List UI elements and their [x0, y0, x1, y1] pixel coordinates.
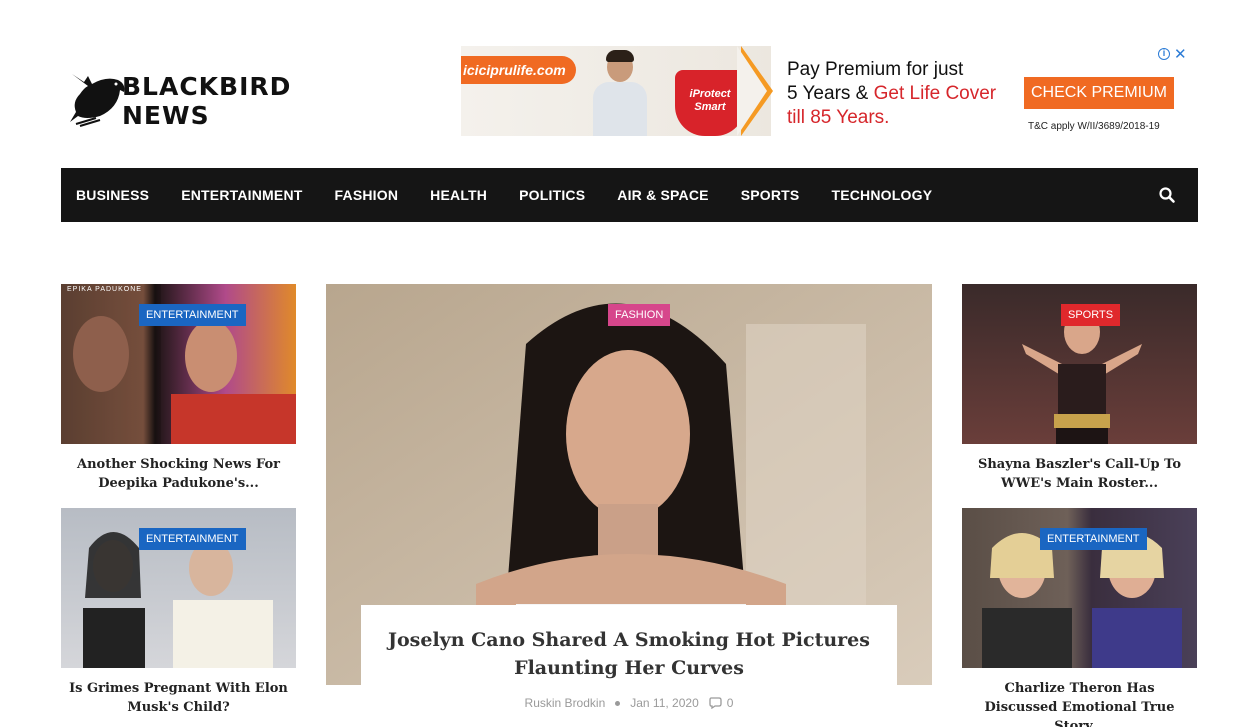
article-thumbnail[interactable]: ENTERTAINMENT: [962, 508, 1197, 668]
ad-info-icon[interactable]: i: [1158, 48, 1170, 60]
article-title[interactable]: Is Grimes Pregnant With Elon Musk's Chil…: [61, 679, 296, 717]
article-title[interactable]: Another Shocking News For Deepika Paduko…: [61, 455, 296, 493]
article-title[interactable]: Shayna Baszler's Call-Up To WWE's Main R…: [962, 455, 1197, 493]
category-badge-sports[interactable]: SPORTS: [1061, 304, 1121, 326]
article-thumbnail[interactable]: ENTERTAINMENT: [61, 508, 296, 668]
nav-item-health[interactable]: HEALTH: [430, 187, 487, 203]
nav-item-fashion[interactable]: FASHION: [335, 187, 399, 203]
ad-line-2-prefix: 5 Years &: [787, 83, 874, 104]
search-icon[interactable]: [1158, 186, 1176, 204]
nav-item-business[interactable]: BUSINESS: [76, 187, 149, 203]
ad-product-badge: iProtect Smart: [675, 70, 745, 136]
article-card-charlize[interactable]: ENTERTAINMENT Charlize Theron Has Discus…: [962, 508, 1197, 727]
comment-icon[interactable]: [709, 697, 723, 709]
ad-url-label: iciciprulife.com: [461, 56, 576, 84]
category-badge-fashion[interactable]: FASHION: [608, 304, 671, 326]
nav-item-sports[interactable]: SPORTS: [741, 187, 800, 203]
article-card-deepika[interactable]: EPIKA PADUKONE ENTERTAINMENT Another Sho…: [61, 284, 296, 493]
category-badge-entertainment[interactable]: ENTERTAINMENT: [139, 304, 246, 326]
ad-terms: T&C apply W/II/3689/2018-19: [1028, 121, 1160, 132]
article-thumbnail[interactable]: EPIKA PADUKONE ENTERTAINMENT: [61, 284, 296, 444]
comment-count[interactable]: 0: [727, 696, 734, 710]
main-nav: BUSINESS ENTERTAINMENT FASHION HEALTH PO…: [61, 168, 1198, 222]
nav-item-technology[interactable]: TECHNOLOGY: [831, 187, 932, 203]
check-premium-button[interactable]: CHECK PREMIUM: [1024, 77, 1174, 109]
ad-line-2: 5 Years & Get Life Cover: [787, 82, 996, 106]
featured-article-title[interactable]: Joselyn Cano Shared A Smoking Hot Pictur…: [361, 626, 897, 682]
nav-item-air-space[interactable]: AIR & SPACE: [617, 187, 708, 203]
article-meta: Ruskin Brodkin Jan 11, 2020 0: [361, 696, 897, 710]
site-logo[interactable]: BLACKBIRD NEWS: [66, 60, 366, 130]
article-card-grimes[interactable]: ENTERTAINMENT Is Grimes Pregnant With El…: [61, 508, 296, 717]
category-badge-entertainment[interactable]: ENTERTAINMENT: [1040, 528, 1147, 550]
ad-line-3: till 85 Years.: [787, 107, 890, 128]
blackbird-icon: [70, 74, 125, 127]
nav-item-entertainment[interactable]: ENTERTAINMENT: [181, 187, 302, 203]
nav-item-politics[interactable]: POLITICS: [519, 187, 585, 203]
ad-person-image: [589, 50, 651, 136]
category-badge-entertainment[interactable]: ENTERTAINMENT: [139, 528, 246, 550]
ad-line-2-highlight: Get Life Cover: [873, 83, 997, 104]
ad-chevron-inner: [737, 46, 767, 136]
article-thumbnail[interactable]: SPORTS: [962, 284, 1197, 444]
article-title[interactable]: Charlize Theron Has Discussed Emotional …: [962, 679, 1197, 727]
author-link[interactable]: Ruskin Brodkin: [525, 696, 606, 710]
photo-caption: EPIKA PADUKONE: [67, 286, 142, 293]
ad-line-1: Pay Premium for just: [787, 59, 964, 80]
logo-text: BLACKBIRD NEWS: [122, 72, 292, 130]
ad-copy: Pay Premium for just 5 Years & Get Life …: [787, 58, 996, 130]
article-card-shayna[interactable]: SPORTS Shayna Baszler's Call-Up To WWE's…: [962, 284, 1197, 493]
meta-separator: [615, 700, 621, 706]
featured-article-caption: Joselyn Cano Shared A Smoking Hot Pictur…: [361, 605, 897, 727]
ad-banner[interactable]: iciciprulife.com iProtect Smart Pay Prem…: [461, 46, 1191, 136]
publish-date: Jan 11, 2020: [630, 696, 699, 710]
ad-close-icon[interactable]: ✕: [1174, 46, 1187, 63]
